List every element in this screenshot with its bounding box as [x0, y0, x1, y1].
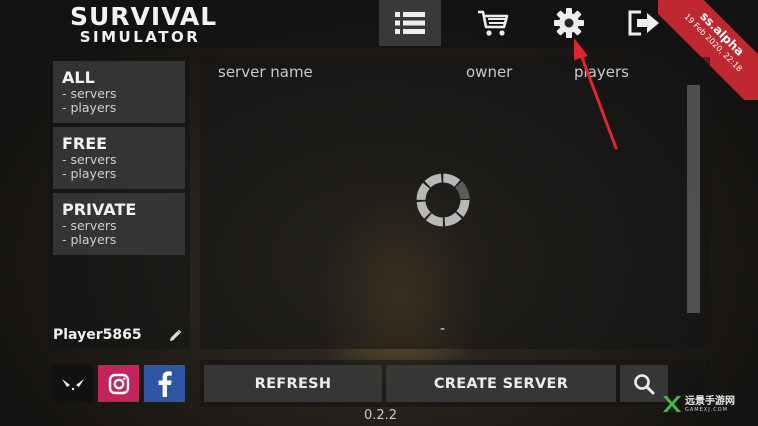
- version-label: 0.2.2: [364, 408, 398, 423]
- player-name: Player5865: [53, 327, 142, 343]
- category-title: ALL: [62, 68, 95, 87]
- refresh-button[interactable]: REFRESH: [204, 365, 382, 402]
- search-icon: [634, 373, 655, 394]
- category-title: PRIVATE: [62, 200, 137, 219]
- facebook-button[interactable]: [144, 365, 185, 402]
- category-servers: - servers: [62, 86, 117, 101]
- category-players: - players: [62, 100, 117, 115]
- watermark-logo-icon: [663, 396, 681, 412]
- server-list-scrollbar[interactable]: [687, 85, 700, 313]
- category-players: - players: [62, 232, 117, 247]
- watermark: 远景手游网 GAMEXJ.COM: [662, 392, 735, 416]
- create-server-button[interactable]: CREATE SERVER: [386, 365, 616, 402]
- category-all-button[interactable]: ALL - servers - players: [53, 61, 185, 123]
- facebook-icon: [158, 370, 172, 397]
- nav-server-list-button[interactable]: [379, 0, 441, 46]
- list-icon: [395, 12, 425, 34]
- instagram-button[interactable]: [98, 365, 139, 402]
- alien-icon: [61, 378, 84, 390]
- server-list-status: -: [440, 321, 446, 337]
- edit-name-pencil-icon[interactable]: [168, 329, 182, 343]
- game-logo: SURVIVAL SIMULATOR: [70, 2, 218, 46]
- alien-social-button[interactable]: [52, 365, 93, 402]
- search-button[interactable]: [620, 365, 668, 402]
- category-servers: - servers: [62, 152, 117, 167]
- exit-icon: [628, 10, 659, 36]
- column-owner[interactable]: owner: [466, 63, 512, 81]
- category-panel: ALL - servers - players FREE - servers -…: [48, 57, 190, 349]
- category-players: - players: [62, 166, 117, 181]
- server-list-panel: server name owner players -: [200, 57, 710, 349]
- cart-icon: [478, 10, 509, 36]
- column-server-name[interactable]: server name: [218, 63, 313, 81]
- category-free-button[interactable]: FREE - servers - players: [53, 127, 185, 189]
- watermark-domain: GAMEXJ.COM: [685, 406, 728, 413]
- action-bar: REFRESH CREATE SERVER: [200, 360, 710, 407]
- annotation-arrow-icon: [574, 38, 618, 150]
- watermark-text: 远景手游网: [685, 395, 735, 407]
- logo-title: SURVIVAL: [70, 2, 218, 31]
- logo-subtitle: SIMULATOR: [79, 28, 201, 46]
- category-private-button[interactable]: PRIVATE - servers - players: [53, 193, 185, 255]
- category-servers: - servers: [62, 218, 117, 233]
- nav-shop-button[interactable]: [462, 0, 524, 46]
- loading-spinner-icon: [416, 173, 470, 227]
- instagram-icon: [108, 373, 129, 394]
- category-title: FREE: [62, 134, 108, 153]
